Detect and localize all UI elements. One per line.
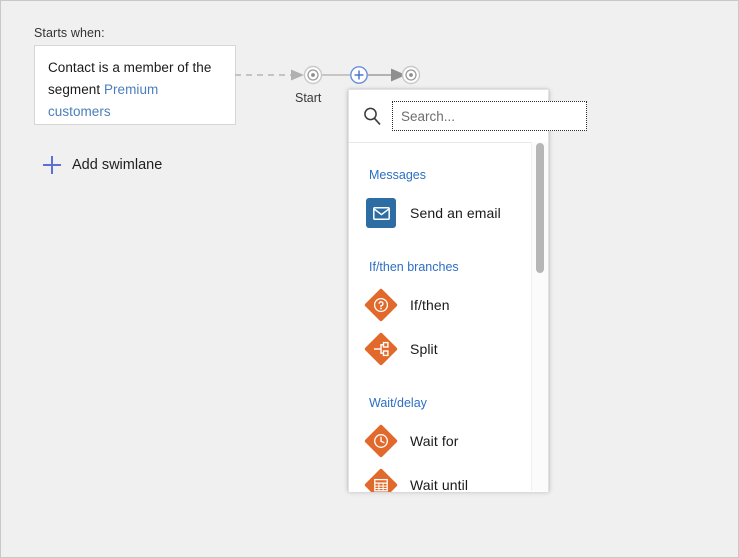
search-input[interactable] bbox=[392, 101, 587, 131]
spacer bbox=[349, 371, 533, 395]
group-title-wait-delay: Wait/delay bbox=[349, 395, 533, 412]
trigger-card[interactable]: Contact is a member of the segment Premi… bbox=[34, 45, 236, 125]
trigger-card-text: Contact is a member of the segment Premi… bbox=[48, 57, 222, 123]
group-title-messages: Messages bbox=[349, 167, 533, 184]
step-item-split[interactable]: Split bbox=[349, 327, 533, 371]
spacer-top bbox=[349, 143, 533, 167]
step-item-if-then[interactable]: If/then bbox=[349, 283, 533, 327]
spacer bbox=[349, 235, 533, 259]
step-item-wait-for[interactable]: Wait for bbox=[349, 419, 533, 463]
journey-designer-canvas: Starts when: Contact is a member of the … bbox=[0, 0, 739, 558]
step-item-label: Send an email bbox=[410, 205, 501, 221]
flyout-scrollbar-track[interactable] bbox=[531, 142, 548, 491]
start-node-label: Start bbox=[295, 91, 321, 105]
step-item-label: Wait until bbox=[410, 477, 468, 492]
add-swimlane-button[interactable]: Add swimlane bbox=[43, 156, 162, 174]
step-item-wait-until[interactable]: Wait until bbox=[349, 463, 533, 492]
flyout-step-list: Messages Send an email If/then branches bbox=[349, 142, 548, 492]
split-branch-icon bbox=[366, 334, 396, 364]
step-item-send-an-email[interactable]: Send an email bbox=[349, 191, 533, 235]
step-item-label: Wait for bbox=[410, 433, 459, 449]
add-step-flyout-panel: Messages Send an email If/then branches bbox=[348, 89, 549, 491]
starts-when-label: Starts when: bbox=[34, 26, 105, 40]
plus-icon bbox=[43, 156, 61, 174]
flyout-scrollbar-thumb[interactable] bbox=[536, 143, 544, 273]
add-swimlane-label: Add swimlane bbox=[72, 157, 162, 173]
search-icon bbox=[360, 104, 384, 128]
spacer bbox=[349, 276, 533, 283]
flow-connector-graphic bbox=[233, 55, 443, 89]
envelope-icon bbox=[366, 198, 396, 228]
group-title-if-then-branches: If/then branches bbox=[349, 259, 533, 276]
question-mark-icon bbox=[366, 290, 396, 320]
spacer bbox=[349, 412, 533, 419]
spacer bbox=[349, 184, 533, 191]
flyout-search-row bbox=[349, 90, 548, 142]
calendar-icon bbox=[366, 470, 396, 492]
step-item-label: Split bbox=[410, 341, 438, 357]
clock-icon bbox=[366, 426, 396, 456]
step-item-label: If/then bbox=[410, 297, 450, 313]
